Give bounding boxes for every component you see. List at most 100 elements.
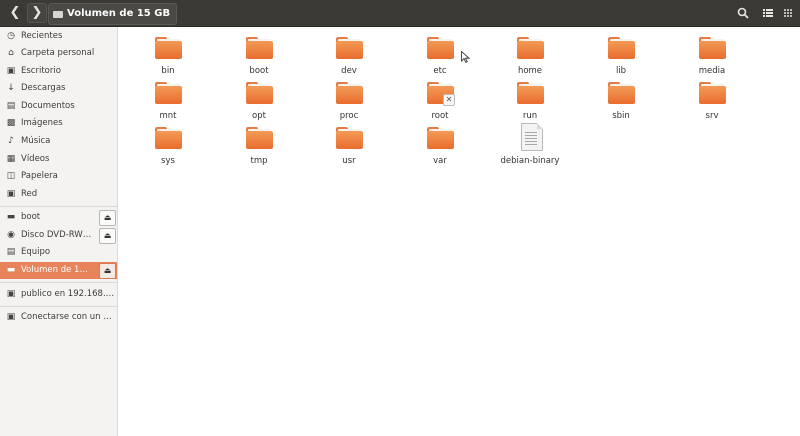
menu-button[interactable] [779,4,797,22]
clock-icon: ◷ [7,31,15,41]
file-name: opt [252,111,266,121]
eject-button[interactable]: ⏏ [99,210,116,226]
sidebar-item-publico[interactable]: ▣ publico en 192.168.1.... [0,286,117,303]
sidebar-item-documentos[interactable]: ▤ Documentos [0,98,117,115]
sidebar-item-escritorio[interactable]: ▣ Escritorio [0,63,117,80]
grid-icon [784,9,792,17]
folder-icon [699,37,726,59]
sidebar-item-volumen[interactable]: ▬ Volumen de 15 GB ⏏ [0,262,117,279]
file-item-run[interactable]: run [490,82,570,126]
sidebar-item-videos[interactable]: ▦ Vídeos [0,151,117,168]
eject-button[interactable]: ⏏ [99,228,116,244]
sidebar-item-label: Volumen de 15 GB [21,265,93,275]
sidebar-item-recientes[interactable]: ◷ Recientes [0,28,117,45]
folder-icon [246,82,273,104]
folder-icon [246,37,273,59]
sidebar-item-label: Recientes [21,31,63,41]
sidebar-item-boot[interactable]: ▬ boot ⏏ [0,209,117,226]
sidebar-separator [0,206,117,207]
file-name: bin [161,66,175,76]
sidebar-item-label: boot [21,212,41,222]
network-icon: ▣ [6,189,16,199]
search-button[interactable] [734,4,752,22]
back-button[interactable]: ❮ [5,3,25,23]
sidebar-item-red[interactable]: ▣ Red [0,186,117,203]
file-name: usr [342,156,356,166]
file-item-sbin[interactable]: sbin [581,82,661,126]
sidebar-item-connect-server[interactable]: ▣ Conectarse con un se... [0,309,117,326]
folder-icon [246,127,273,149]
sidebar-item-label: Equipo [21,247,51,257]
folder-icon [427,37,454,59]
folder-icon [155,37,182,59]
sidebar-item-label: Disco DVD-RW v... [21,230,93,240]
disc-icon: ◉ [7,230,15,240]
sidebar-item-label: Papelera [21,171,58,181]
file-name: debian-binary [500,156,560,166]
file-item-debian-binary[interactable]: debian-binary [490,123,570,171]
file-item-root[interactable]: ✕ root [400,82,480,126]
forward-button[interactable]: ❯ [27,3,47,23]
file-item-proc[interactable]: proc [309,82,389,126]
folder-icon [155,82,182,104]
video-icon: ▦ [6,154,16,164]
file-item-var[interactable]: var [400,127,480,171]
trash-icon: ◫ [6,171,16,181]
sidebar-item-label: Documentos [21,101,75,111]
file-name: media [698,66,726,76]
sidebar-item-label: Conectarse con un se... [21,312,115,322]
eject-icon: ⏏ [103,266,112,275]
file-item-mnt[interactable]: mnt [128,82,208,126]
folder-icon [608,37,635,59]
sidebar-item-imagenes[interactable]: ▩ Imágenes [0,115,117,132]
file-item-media[interactable]: media [672,37,752,81]
sidebar-item-musica[interactable]: ♪ Música [0,133,117,150]
file-item-boot[interactable]: boot [219,37,299,81]
path-bar-button[interactable]: Volumen de 15 GB [48,3,178,25]
folder-icon [517,82,544,104]
eject-icon: ⏏ [103,213,112,222]
file-item-sys[interactable]: sys [128,127,208,171]
eject-button[interactable]: ⏏ [99,263,116,279]
folder-icon [336,82,363,104]
drive-icon: ▬ [6,212,16,222]
text-file-icon [521,123,543,151]
image-icon: ▩ [6,118,16,128]
sidebar-item-equipo[interactable]: ▤ Equipo [0,244,117,261]
file-item-opt[interactable]: opt [219,82,299,126]
sidebar-item-label: publico en 192.168.1.... [21,289,115,299]
mouse-pointer-icon [461,51,470,63]
file-item-tmp[interactable]: tmp [219,127,299,171]
network-share-icon: ▣ [6,289,16,299]
file-name: lib [615,66,627,76]
drive-icon: ▬ [6,265,16,275]
file-item-home[interactable]: home [490,37,570,81]
sidebar-item-descargas[interactable]: ↓ Descargas [0,80,117,97]
file-name: boot [249,66,269,76]
file-item-srv[interactable]: srv [672,82,752,126]
file-name: srv [705,111,719,121]
file-view: bin boot dev etc home lib media mnt opt … [118,27,800,436]
file-name: dev [341,66,357,76]
connect-icon: ▣ [6,312,16,322]
desktop-icon: ▣ [6,66,16,76]
file-name: mnt [159,111,177,121]
sidebar-item-carpeta-personal[interactable]: ⌂ Carpeta personal [0,45,117,62]
sidebar-item-disco-dvd[interactable]: ◉ Disco DVD-RW v... ⏏ [0,227,117,244]
folder-icon [155,127,182,149]
sidebar-item-label: Imágenes [21,118,63,128]
sidebar-separator [0,282,117,283]
file-item-usr[interactable]: usr [309,127,389,171]
file-item-lib[interactable]: lib [581,37,661,81]
sidebar-item-label: Escritorio [21,66,61,76]
sidebar-item-label: Descargas [21,83,66,93]
file-name: home [517,66,543,76]
list-view-button[interactable] [759,4,777,22]
path-label: Volumen de 15 GB [67,8,171,19]
file-item-dev[interactable]: dev [309,37,389,81]
file-name: etc [433,66,447,76]
sidebar-item-papelera[interactable]: ◫ Papelera [0,168,117,185]
folder-icon [608,82,635,104]
file-item-bin[interactable]: bin [128,37,208,81]
file-name: sbin [612,111,630,121]
